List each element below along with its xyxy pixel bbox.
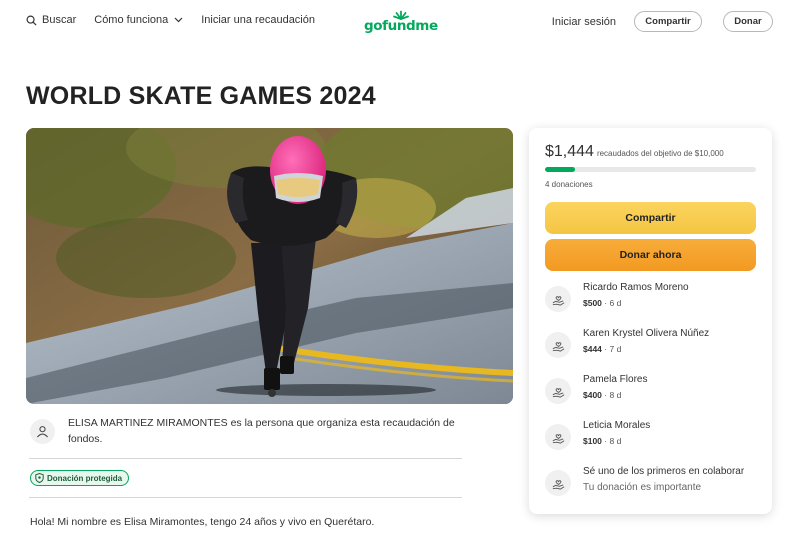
donor-time: 7 d <box>609 344 622 354</box>
donor-item: Pamela Flores $400 · 8 d <box>545 374 760 404</box>
first-donor-cta: Sé uno de los primeros en colaborar Tu d… <box>545 466 760 496</box>
donor-avatar <box>545 286 571 312</box>
story-text: Hola! Mi nombre es Elisa Miramontes, ten… <box>30 516 375 528</box>
donor-item: Karen Krystel Olivera Núñez $444 · 7 d <box>545 328 760 358</box>
chevron-down-icon <box>174 17 183 23</box>
donor-name: Karen Krystel Olivera Núñez <box>583 328 710 339</box>
donor-meta: $500 · 6 d <box>583 298 622 308</box>
divider <box>29 497 462 498</box>
donor-item: Leticia Morales $100 · 8 d <box>545 420 760 450</box>
donor-time: 8 d <box>609 390 622 400</box>
donor-item: Ricardo Ramos Moreno $500 · 6 d <box>545 282 760 312</box>
donor-meta: $400 · 8 d <box>583 390 622 400</box>
protected-donation-badge[interactable]: Donación protegida <box>30 470 130 486</box>
organizer-info: ELISA MARTINEZ MIRAMONTES es la persona … <box>30 416 470 447</box>
how-it-works-label: Cómo funciona <box>94 14 169 26</box>
donor-meta: $100 · 8 d <box>583 436 622 446</box>
donation-card: $1,444 recaudados del objetivo de $10,00… <box>529 128 772 514</box>
heart-hand-icon <box>552 479 564 490</box>
search-icon <box>26 15 37 26</box>
progress-fill <box>545 167 576 172</box>
donor-avatar <box>545 424 571 450</box>
search-link[interactable]: Buscar <box>26 14 76 26</box>
top-navigation: Buscar Cómo funciona Iniciar una recauda… <box>0 0 801 44</box>
share-button[interactable]: Compartir <box>545 202 756 234</box>
donor-meta: $444 · 7 d <box>583 344 622 354</box>
donation-count: 4 donaciones <box>545 180 593 189</box>
sprout-icon <box>393 10 409 20</box>
login-link[interactable]: Iniciar sesión <box>552 16 616 28</box>
gofundme-logo[interactable]: gofundme <box>364 10 438 34</box>
cta-subtitle: Tu donación es importante <box>583 482 702 493</box>
donor-amount: $100 <box>583 436 602 446</box>
nav-left: Buscar Cómo funciona Iniciar una recauda… <box>26 14 333 26</box>
nav-right: Iniciar sesión Compartir Donar <box>552 11 773 32</box>
heart-hand-icon <box>552 387 564 398</box>
header-donate-button[interactable]: Donar <box>723 11 773 32</box>
amount-raised: $1,444 recaudados del objetivo de $10,00… <box>545 143 724 161</box>
donor-amount: $400 <box>583 390 602 400</box>
search-label: Buscar <box>42 14 77 26</box>
how-it-works-menu[interactable]: Cómo funciona <box>94 14 183 26</box>
protected-donation-label: Donación protegida <box>47 473 123 483</box>
header-share-button[interactable]: Compartir <box>634 11 702 32</box>
donor-name: Ricardo Ramos Moreno <box>583 282 689 293</box>
donor-avatar <box>545 470 571 496</box>
donor-amount: $444 <box>583 344 602 354</box>
shield-icon <box>35 473 44 483</box>
campaign-hero-image[interactable] <box>26 128 513 404</box>
organizer-text: ELISA MARTINEZ MIRAMONTES es la persona … <box>68 417 455 445</box>
donor-name: Pamela Flores <box>583 374 648 385</box>
organizer-avatar <box>30 419 55 444</box>
progress-bar <box>545 167 756 172</box>
raised-goal-text: recaudados del objetivo de $10,000 <box>596 149 724 158</box>
cta-title: Sé uno de los primeros en colaborar <box>583 466 745 477</box>
page-title: WORLD SKATE GAMES 2024 <box>26 82 376 110</box>
skater-photo <box>26 128 513 404</box>
heart-hand-icon <box>552 295 564 306</box>
donate-now-button[interactable]: Donar ahora <box>545 239 756 271</box>
donor-name: Leticia Morales <box>583 420 651 431</box>
donor-time: 6 d <box>609 298 622 308</box>
donor-time: 8 d <box>609 436 622 446</box>
divider <box>29 458 462 459</box>
logo-text: gofundme <box>364 18 438 34</box>
heart-hand-icon <box>552 433 564 444</box>
donor-avatar <box>545 378 571 404</box>
user-icon <box>37 426 48 438</box>
start-fundraiser-label: Iniciar una recaudación <box>201 14 315 26</box>
raised-amount: $1,444 <box>545 143 594 160</box>
heart-hand-icon <box>552 341 564 352</box>
start-fundraiser-link[interactable]: Iniciar una recaudación <box>201 14 315 26</box>
donor-amount: $500 <box>583 298 602 308</box>
donor-avatar <box>545 332 571 358</box>
